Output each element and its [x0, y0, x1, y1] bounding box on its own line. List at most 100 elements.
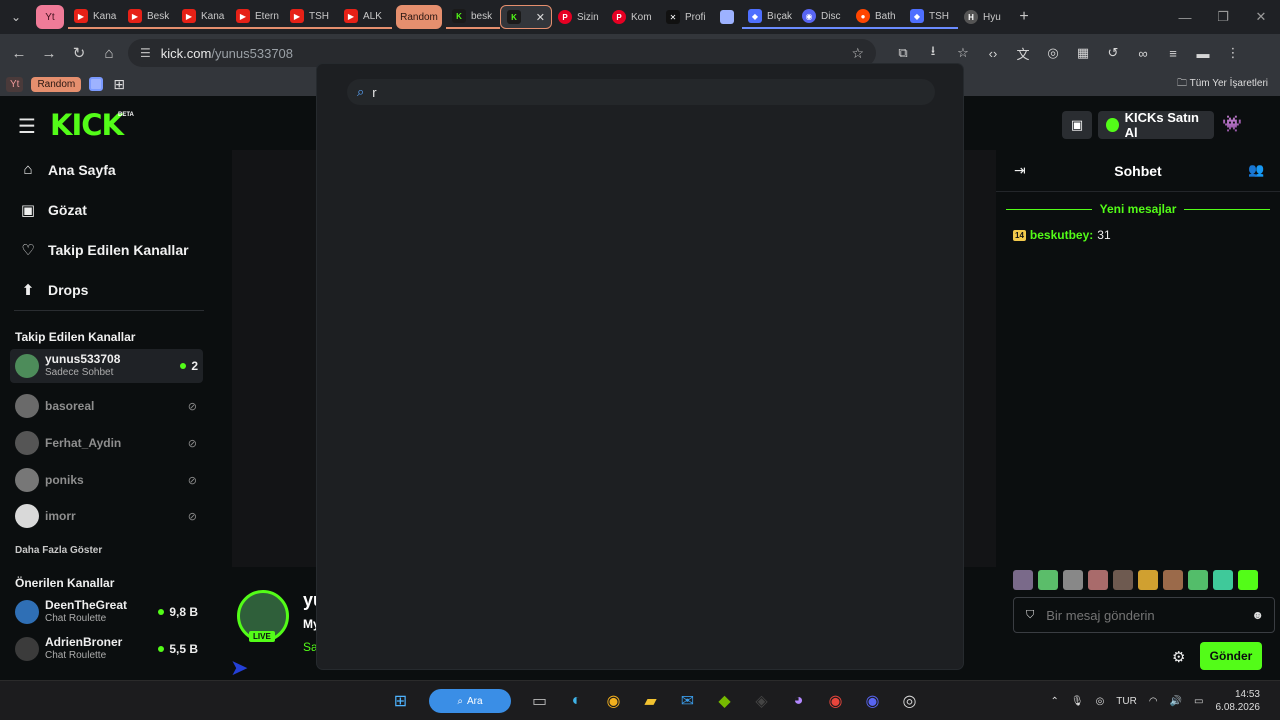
- menu-icon[interactable]: ⋮: [1218, 45, 1248, 61]
- tab-active-kick[interactable]: K ✕: [500, 5, 552, 29]
- star-extension-icon[interactable]: ☆: [948, 45, 978, 61]
- close-window-icon[interactable]: ✕: [1242, 0, 1280, 34]
- clock[interactable]: 14:53 6.08.2026: [1210, 688, 1267, 714]
- emoji-picker-icon[interactable]: ☻: [1251, 608, 1264, 622]
- download-icon[interactable]: ⭳: [918, 42, 948, 64]
- new-tab-icon[interactable]: +: [1012, 8, 1036, 26]
- tab-group-blue[interactable]: [714, 5, 742, 29]
- forward-icon[interactable]: →: [34, 45, 64, 62]
- emote-icon[interactable]: [1213, 570, 1233, 590]
- tab-youtube-1[interactable]: ▶ Kana: [68, 5, 122, 29]
- followed-channel[interactable]: imorr ⊘: [10, 499, 203, 533]
- kick-logo[interactable]: KICK: [50, 108, 124, 142]
- emote-icon[interactable]: [1063, 570, 1083, 590]
- emote-icon[interactable]: [1038, 570, 1058, 590]
- home-icon[interactable]: ⌂: [94, 45, 124, 62]
- followed-channel[interactable]: yunus533708 Sadece Sohbet 2: [10, 349, 203, 383]
- emote-icon[interactable]: [1013, 570, 1033, 590]
- emote-icon[interactable]: [1088, 570, 1108, 590]
- chat-app-icon[interactable]: ◕: [780, 687, 817, 715]
- followed-channel[interactable]: basoreal ⊘: [10, 389, 203, 423]
- chat-users-icon[interactable]: 👥: [1248, 162, 1264, 178]
- apps-grid-icon[interactable]: ⊞: [113, 76, 125, 93]
- code-icon[interactable]: ‹›: [978, 46, 1008, 61]
- bookmark-yt[interactable]: Yt: [6, 76, 24, 92]
- app-icon[interactable]: ◈: [743, 687, 780, 715]
- tab-youtube-6[interactable]: ▶ ALK: [338, 5, 392, 29]
- chrome-2-icon[interactable]: ◉: [817, 687, 854, 715]
- extensions-icon[interactable]: ⧉: [888, 45, 918, 61]
- tab-pinterest-1[interactable]: P Sizin: [552, 5, 606, 29]
- wifi-icon[interactable]: ◠: [1149, 696, 1158, 707]
- nav-browse[interactable]: ▣ Gözat: [18, 201, 87, 219]
- task-view-icon[interactable]: ▭: [521, 687, 558, 715]
- nav-home[interactable]: ⌂ Ana Sayfa: [18, 161, 115, 178]
- bookmark-star-icon[interactable]: ☆: [851, 45, 864, 62]
- tab-x[interactable]: ✕ Profi: [660, 5, 714, 29]
- send-button[interactable]: Gönder: [1200, 642, 1262, 670]
- tab-youtube-2[interactable]: ▶ Besk: [122, 5, 176, 29]
- buy-kicks-button[interactable]: KICKs Satın Al: [1098, 110, 1214, 140]
- tab-youtube-3[interactable]: ▶ Kana: [176, 5, 230, 29]
- sidepanel-icon[interactable]: ▦: [1068, 45, 1098, 61]
- translate-icon[interactable]: 文: [1008, 44, 1038, 63]
- mic-icon[interactable]: 🎙: [1071, 696, 1084, 707]
- tab-kick-besk[interactable]: Kbesk: [446, 5, 500, 29]
- mail-icon[interactable]: ✉: [669, 687, 706, 715]
- back-icon[interactable]: ←: [4, 45, 34, 62]
- tab-pinterest-2[interactable]: P Kom: [606, 5, 660, 29]
- bookmark-blue-icon[interactable]: [89, 77, 104, 91]
- search-box[interactable]: ⌕: [347, 79, 935, 105]
- tab-hyu[interactable]: H Hyu: [958, 5, 1012, 29]
- close-tab-icon[interactable]: ✕: [536, 11, 545, 24]
- reload-icon[interactable]: ↻: [64, 44, 94, 62]
- chat-input-box[interactable]: ⛉ ☻: [1013, 597, 1275, 633]
- edge-icon[interactable]: ◐: [558, 687, 595, 715]
- url-field[interactable]: ☰ kick.com/yunus533708 ☆: [128, 39, 876, 67]
- all-bookmarks[interactable]: 🗀 Tüm Yer İşaretleri: [1177, 76, 1268, 93]
- bookmark-random[interactable]: Random: [31, 76, 82, 92]
- suggested-channel[interactable]: DeenTheGreat Chat Roulette 9,8 B: [10, 595, 203, 629]
- user-avatar[interactable]: 👾: [1222, 114, 1242, 134]
- hamburger-menu-icon[interactable]: ☰: [18, 114, 36, 139]
- chat-message-input[interactable]: [1046, 607, 1227, 623]
- stream-category[interactable]: Sa: [303, 640, 318, 654]
- chat-settings-icon[interactable]: ⚙: [1172, 648, 1185, 666]
- battery-icon[interactable]: ▭: [1194, 696, 1203, 707]
- tab-group-yt[interactable]: Yt: [36, 5, 64, 29]
- nvidia-icon[interactable]: ◆: [706, 687, 743, 715]
- discord-taskbar-icon[interactable]: ◉: [854, 687, 891, 715]
- file-explorer-icon[interactable]: ▰: [632, 687, 669, 715]
- emote-icon[interactable]: [1138, 570, 1158, 590]
- tray-app-icon[interactable]: ◎: [1096, 696, 1105, 707]
- screenshot-icon[interactable]: ◎: [1038, 45, 1068, 61]
- profile-icon[interactable]: ▬: [1188, 46, 1218, 61]
- nav-following[interactable]: ♡ Takip Edilen Kanallar: [18, 241, 188, 259]
- tab-tsh[interactable]: ◆ TSH: [904, 5, 958, 29]
- language-indicator[interactable]: TUR: [1116, 696, 1137, 707]
- taskbar-search[interactable]: ⌕ Ara: [429, 689, 511, 713]
- maximize-icon[interactable]: ❐: [1204, 0, 1242, 34]
- tray-chevron-icon[interactable]: ⌃: [1050, 696, 1058, 707]
- tab-search-chevron-icon[interactable]: ⌄: [0, 10, 32, 24]
- followed-channel[interactable]: Ferhat_Aydin ⊘: [10, 426, 203, 460]
- history-icon[interactable]: ↺: [1098, 45, 1128, 61]
- volume-icon[interactable]: 🔊: [1170, 696, 1182, 707]
- link-icon[interactable]: ∞: [1128, 46, 1158, 61]
- emote-icon[interactable]: [1238, 570, 1258, 590]
- tab-youtube-5[interactable]: ▶ TSH: [284, 5, 338, 29]
- minimize-icon[interactable]: —: [1166, 0, 1204, 34]
- site-info-icon[interactable]: ☰: [140, 46, 151, 60]
- suggested-channel[interactable]: AdrienBroner Chat Roulette 5,5 B: [10, 632, 203, 666]
- nav-drops[interactable]: ⬆ Drops: [18, 281, 89, 299]
- steam-icon[interactable]: ◎: [891, 687, 928, 715]
- emote-icon[interactable]: [1188, 570, 1208, 590]
- show-more-link[interactable]: Daha Fazla Göster: [15, 545, 102, 556]
- tab-bicak[interactable]: ◆ Bıçak: [742, 5, 796, 29]
- chrome-icon[interactable]: ◉: [595, 687, 632, 715]
- reading-list-icon[interactable]: ≡: [1158, 46, 1188, 61]
- tab-discord[interactable]: ◉ Disc: [796, 5, 850, 29]
- emote-icon[interactable]: [1113, 570, 1133, 590]
- chat-username[interactable]: beskutbey:: [1030, 228, 1093, 242]
- tab-reddit[interactable]: ● Bath: [850, 5, 904, 29]
